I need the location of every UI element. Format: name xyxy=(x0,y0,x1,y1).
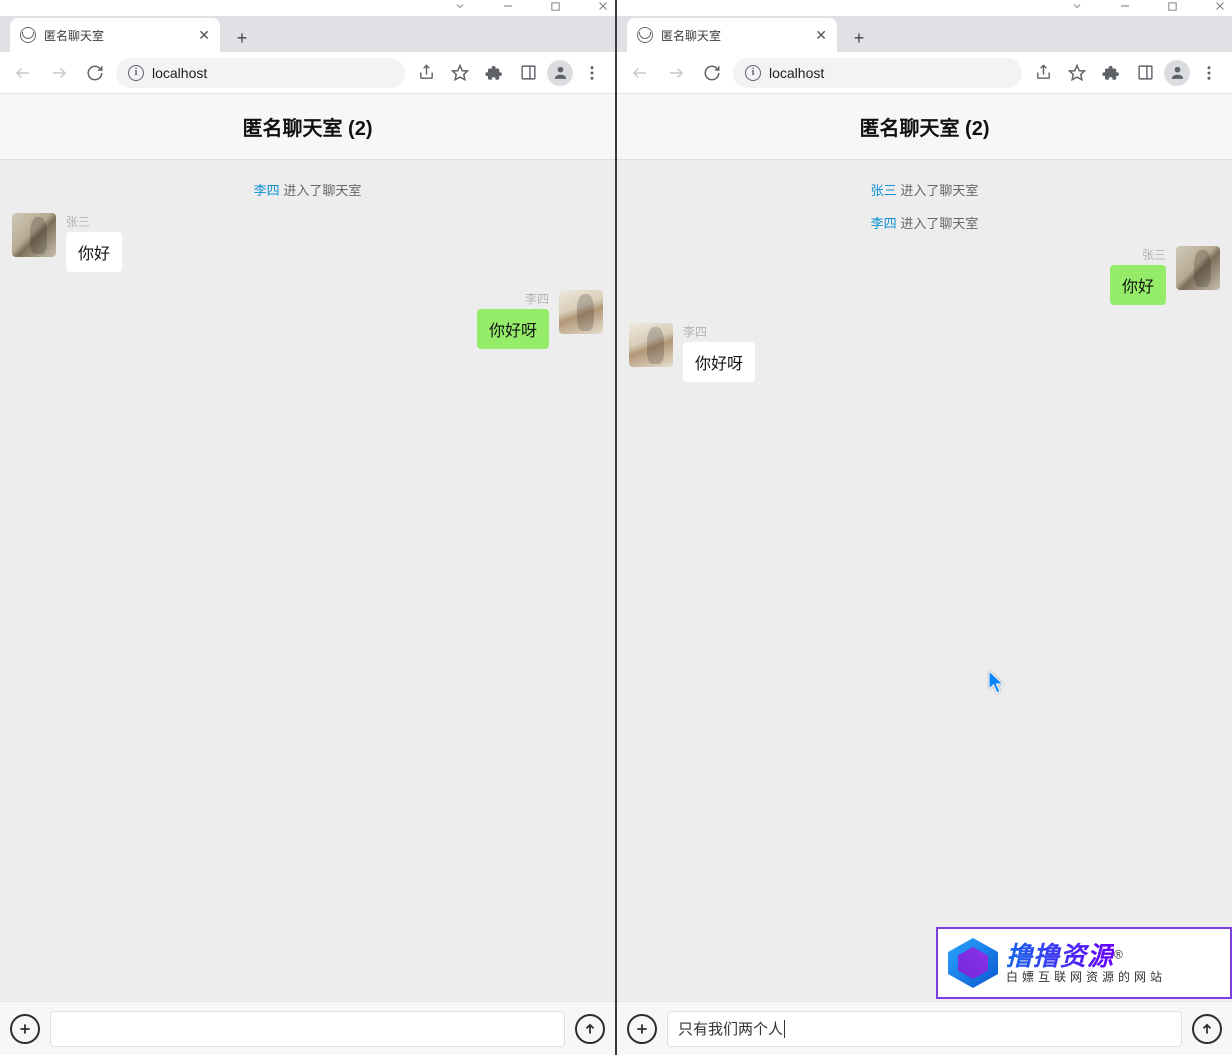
back-button[interactable] xyxy=(8,58,38,88)
system-text: 进入了聊天室 xyxy=(900,183,978,198)
side-panel-button[interactable] xyxy=(513,58,543,88)
input-bar xyxy=(0,1001,615,1055)
url-text: localhost xyxy=(769,65,824,81)
dropdown-button[interactable] xyxy=(1071,0,1083,17)
site-info-icon[interactable]: i xyxy=(128,65,144,81)
system-message: 张三 进入了聊天室 xyxy=(629,180,1220,199)
message-bubble: 你好 xyxy=(1110,265,1166,305)
message-bubble: 你好 xyxy=(66,232,122,272)
side-panel-button[interactable] xyxy=(1130,58,1160,88)
avatar[interactable] xyxy=(559,290,603,334)
watermark-logo-icon xyxy=(948,938,998,988)
menu-button[interactable] xyxy=(577,58,607,88)
page-content: 匿名聊天室 (2)张三 进入了聊天室李四 进入了聊天室张三你好李四你好呀只有我们… xyxy=(617,94,1232,1055)
browser-toolbar: i localhost xyxy=(617,52,1232,94)
reload-button[interactable] xyxy=(697,58,727,88)
profile-button[interactable] xyxy=(1164,60,1190,86)
tab-close-button[interactable]: ✕ xyxy=(198,27,210,44)
back-button[interactable] xyxy=(625,58,655,88)
window-titlebar xyxy=(617,0,1232,16)
address-bar[interactable]: i localhost xyxy=(733,58,1022,88)
chat-message: 李四你好呀 xyxy=(629,323,1220,382)
tab-strip: 匿名聊天室 ✕ + xyxy=(617,16,1232,52)
bookmark-button[interactable] xyxy=(1062,58,1092,88)
registered-icon: ® xyxy=(1114,948,1123,962)
system-text: 进入了聊天室 xyxy=(283,183,361,198)
url-text: localhost xyxy=(152,65,207,81)
maximize-button[interactable] xyxy=(550,0,561,17)
tab-title: 匿名聊天室 xyxy=(44,27,190,44)
tab-strip: 匿名聊天室 ✕ + xyxy=(0,16,615,52)
bookmark-button[interactable] xyxy=(445,58,475,88)
avatar[interactable] xyxy=(629,323,673,367)
attach-button[interactable] xyxy=(627,1014,657,1044)
message-bubble: 你好呀 xyxy=(683,342,755,382)
menu-button[interactable] xyxy=(1194,58,1224,88)
system-user-name: 李四 xyxy=(871,216,897,231)
send-button[interactable] xyxy=(575,1014,605,1044)
sender-name: 张三 xyxy=(66,213,90,230)
system-message: 李四 进入了聊天室 xyxy=(629,213,1220,232)
message-list[interactable]: 张三 进入了聊天室李四 进入了聊天室张三你好李四你好呀 xyxy=(617,160,1232,1001)
system-message: 李四 进入了聊天室 xyxy=(12,180,603,199)
maximize-button[interactable] xyxy=(1167,0,1178,17)
browser-tab[interactable]: 匿名聊天室 ✕ xyxy=(627,18,837,52)
address-bar[interactable]: i localhost xyxy=(116,58,405,88)
input-value: 只有我们两个人 xyxy=(678,1018,783,1039)
browser-window-1: 匿名聊天室✕+ilocalhost匿名聊天室 (2)张三 进入了聊天室李四 进入… xyxy=(617,0,1232,1055)
globe-icon xyxy=(20,27,36,43)
extensions-button[interactable] xyxy=(479,58,509,88)
chat-header: 匿名聊天室 (2) xyxy=(617,94,1232,160)
reload-button[interactable] xyxy=(80,58,110,88)
avatar[interactable] xyxy=(1176,246,1220,290)
new-tab-button[interactable]: + xyxy=(228,24,256,52)
message-input[interactable] xyxy=(50,1011,565,1047)
watermark-badge: 撸撸资源® 白嫖互联网资源的网站 xyxy=(936,927,1232,999)
browser-window-0: 匿名聊天室✕+ilocalhost匿名聊天室 (2)李四 进入了聊天室张三你好李… xyxy=(0,0,617,1055)
forward-button[interactable] xyxy=(44,58,74,88)
globe-icon xyxy=(637,27,653,43)
send-button[interactable] xyxy=(1192,1014,1222,1044)
chat-message: 张三你好 xyxy=(12,213,603,272)
share-button[interactable] xyxy=(411,58,441,88)
message-list[interactable]: 李四 进入了聊天室张三你好李四你好呀 xyxy=(0,160,615,1001)
profile-button[interactable] xyxy=(547,60,573,86)
new-tab-button[interactable]: + xyxy=(845,24,873,52)
text-caret xyxy=(784,1020,785,1038)
window-titlebar xyxy=(0,0,615,16)
system-user-name: 张三 xyxy=(871,183,897,198)
sender-name: 李四 xyxy=(525,290,549,307)
watermark-subtitle: 白嫖互联网资源的网站 xyxy=(1006,971,1166,984)
system-text: 进入了聊天室 xyxy=(900,216,978,231)
input-bar: 只有我们两个人 xyxy=(617,1001,1232,1055)
message-bubble: 你好呀 xyxy=(477,309,549,349)
tab-title: 匿名聊天室 xyxy=(661,27,807,44)
sender-name: 张三 xyxy=(1142,246,1166,263)
minimize-button[interactable] xyxy=(502,0,514,17)
minimize-button[interactable] xyxy=(1119,0,1131,17)
watermark-title: 撸撸资源 xyxy=(1006,941,1114,971)
tab-close-button[interactable]: ✕ xyxy=(815,27,827,44)
browser-tab[interactable]: 匿名聊天室 ✕ xyxy=(10,18,220,52)
share-button[interactable] xyxy=(1028,58,1058,88)
close-button[interactable] xyxy=(1214,0,1226,17)
avatar[interactable] xyxy=(12,213,56,257)
forward-button[interactable] xyxy=(661,58,691,88)
page-content: 匿名聊天室 (2)李四 进入了聊天室张三你好李四你好呀 xyxy=(0,94,615,1055)
attach-button[interactable] xyxy=(10,1014,40,1044)
sender-name: 李四 xyxy=(683,323,707,340)
system-user-name: 李四 xyxy=(254,183,280,198)
close-button[interactable] xyxy=(597,0,609,17)
message-input[interactable]: 只有我们两个人 xyxy=(667,1011,1182,1047)
dropdown-button[interactable] xyxy=(454,0,466,17)
browser-toolbar: i localhost xyxy=(0,52,615,94)
site-info-icon[interactable]: i xyxy=(745,65,761,81)
chat-message: 李四你好呀 xyxy=(12,290,603,349)
chat-message: 张三你好 xyxy=(629,246,1220,305)
chat-header: 匿名聊天室 (2) xyxy=(0,94,615,160)
extensions-button[interactable] xyxy=(1096,58,1126,88)
